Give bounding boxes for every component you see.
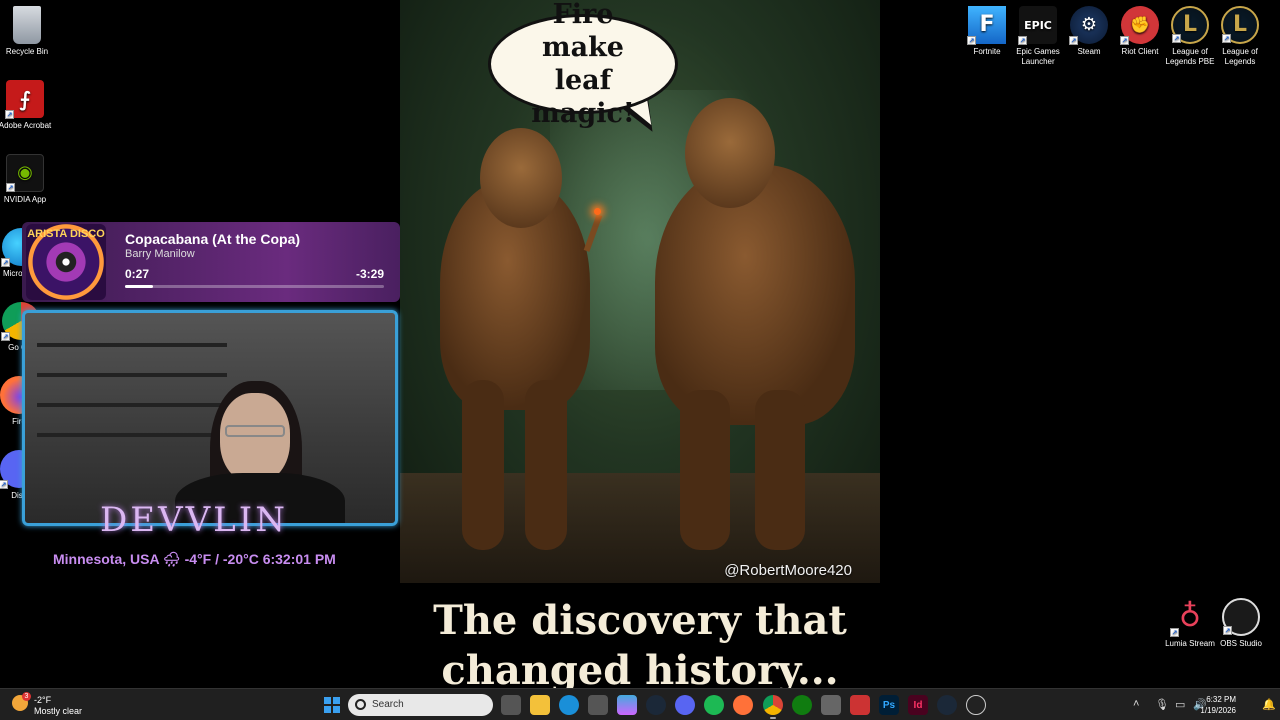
app-icon-red[interactable]: [850, 695, 870, 715]
streamer-face: [220, 393, 290, 483]
desktop-icon-recycle-bin[interactable]: Recycle Bin: [0, 6, 54, 57]
league-pbe-icon: L ↗: [1171, 6, 1209, 44]
remaining-time: -3:29: [355, 267, 384, 281]
desktop-icon-label: NVIDIA App: [3, 195, 47, 204]
desktop-icon-label: Fortnite: [973, 47, 1001, 56]
copilot-icon[interactable]: [617, 695, 637, 715]
desktop-icon-obs-studio[interactable]: ↗ OBS Studio: [1214, 598, 1268, 649]
speech-text: Fire make leaf magic!: [531, 0, 635, 129]
weather-desc: Mostly clear: [34, 706, 83, 716]
spotify-icon[interactable]: [704, 695, 724, 715]
desktop-icon-label: League of Legends: [1222, 47, 1258, 66]
firefox-taskbar-icon[interactable]: [733, 695, 753, 715]
desktop-icon-label: League of Legends PBE: [1165, 47, 1215, 66]
location-weather-clock: Minnesota, USA 🌧 -4°F / -20°C 6:32:01 PM: [53, 551, 336, 567]
webcam-overlay: [22, 310, 398, 526]
desktop-icon-epic-games[interactable]: EPIC ↗ Epic Games Launcher: [1011, 6, 1065, 67]
desktop-icon-league-pbe[interactable]: L ↗ League of Legends PBE: [1163, 6, 1217, 67]
riot-client-icon: ✊ ↗: [1120, 6, 1159, 45]
streamer-name: DEVVLIN: [100, 500, 288, 540]
system-clock[interactable]: 6:32 PM 1/19/2026: [1200, 694, 1236, 716]
desktop-icon-nvidia-app[interactable]: ◉ ↗ NVIDIA App: [0, 154, 52, 205]
league-icon: L ↗: [1221, 6, 1259, 44]
clock-time: 6:32 PM: [1206, 695, 1236, 704]
meme-caption: The discovery that changed history...: [433, 597, 847, 694]
desktop-icon-label: OBS Studio: [1220, 639, 1262, 648]
obs-taskbar-icon[interactable]: [966, 695, 986, 715]
search-box[interactable]: Search: [348, 694, 493, 716]
taskbar: 3 -2°F Mostly clear Search Ps Id ˄ 🎙 ▭ 🔊 …: [0, 688, 1280, 720]
file-explorer-icon[interactable]: [530, 695, 550, 715]
network-icon[interactable]: ▭: [1175, 698, 1185, 711]
progress-bar: [125, 285, 384, 288]
steam-taskbar-icon-2[interactable]: [937, 695, 957, 715]
speech-bubble: Fire make leaf magic!: [488, 0, 678, 129]
lumia-stream-icon: ♁ ↗: [1170, 599, 1201, 637]
notification-badge: 3: [22, 692, 31, 701]
store-icon[interactable]: [588, 695, 608, 715]
obs-studio-icon: ↗: [1222, 598, 1260, 636]
nvidia-app-icon: ◉ ↗: [6, 154, 44, 192]
elapsed-time: 0:27: [125, 267, 150, 281]
desktop-icon-adobe-acrobat[interactable]: ⨍ ↗ Adobe Acrobat: [0, 80, 52, 131]
steam-icon: ⚙ ↗: [1069, 6, 1108, 45]
desktop-icon-label: Recycle Bin: [5, 47, 49, 56]
clock-date: 1/19/2026: [1200, 706, 1236, 715]
track-artist: Barry Manilow: [125, 248, 195, 260]
adobe-acrobat-icon: ⨍ ↗: [5, 80, 44, 119]
desktop-icon-label: Steam: [1077, 47, 1101, 56]
start-button[interactable]: [322, 695, 342, 715]
photoshop-icon[interactable]: Ps: [879, 695, 899, 715]
desktop-icon-label: Adobe Acrobat: [0, 121, 52, 130]
chevron-up-icon[interactable]: ˄: [1133, 698, 1139, 710]
now-playing-widget: ARISTA DISCO Copacabana (At the Copa) Ba…: [22, 222, 400, 302]
discord-taskbar-icon[interactable]: [675, 695, 695, 715]
recycle-bin-icon: [13, 6, 41, 44]
app-icon[interactable]: [821, 695, 841, 715]
desktop-icon-label: Lumia Stream: [1165, 639, 1215, 648]
wallpaper-artwork: Fire make leaf magic! @RobertMoore420: [400, 0, 880, 583]
desktop-icon-league[interactable]: L ↗ League of Legends: [1213, 6, 1267, 67]
artist-watermark: @RobertMoore420: [724, 562, 852, 579]
caveman-right: [655, 165, 855, 425]
indesign-icon[interactable]: Id: [908, 695, 928, 715]
desktop-icon-label: Riot Client: [1121, 47, 1159, 56]
steam-taskbar-icon[interactable]: [646, 695, 666, 715]
notifications-icon[interactable]: 🔔: [1262, 698, 1276, 711]
progress-fill: [125, 285, 154, 288]
album-art: ARISTA DISCO: [26, 224, 106, 300]
edge-taskbar-icon[interactable]: [559, 695, 579, 715]
fortnite-icon: F ↗: [967, 6, 1006, 45]
chrome-taskbar-icon[interactable]: [763, 695, 783, 715]
desktop-icon-steam[interactable]: ⚙ ↗ Steam: [1062, 6, 1116, 57]
task-view-icon[interactable]: [501, 695, 521, 715]
search-placeholder: Search: [372, 699, 404, 710]
windows-icon: [324, 697, 340, 713]
desktop-icon-fortnite[interactable]: F ↗ Fortnite: [960, 6, 1014, 57]
desktop-icon-label: Epic Games Launcher: [1016, 47, 1060, 66]
microphone-icon[interactable]: 🎙: [1155, 698, 1169, 711]
desktop-icon-lumia-stream[interactable]: ♁ ↗ Lumia Stream: [1163, 598, 1217, 649]
track-title: Copacabana (At the Copa): [125, 231, 301, 247]
xbox-icon[interactable]: [792, 695, 812, 715]
weather-temp: -2°F: [34, 695, 52, 705]
search-icon: [355, 699, 366, 710]
desktop-icon-riot-client[interactable]: ✊ ↗ Riot Client: [1113, 6, 1167, 57]
epic-games-icon: EPIC ↗: [1018, 6, 1057, 45]
